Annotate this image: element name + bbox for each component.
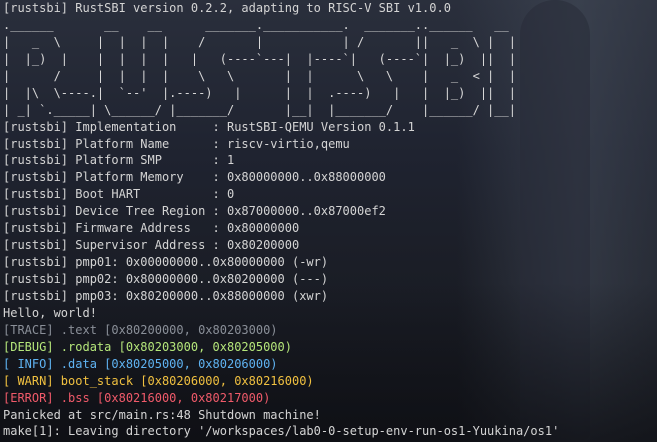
sbi-info-line: [rustsbi] Platform Memory : 0x80000000..…	[3, 170, 386, 185]
sbi-pmp-line: [rustsbi] pmp03: 0x80200000..0x88000000 …	[3, 288, 329, 303]
log-info-line: [ INFO] .data [0x80205000, 0x80206000)	[3, 356, 278, 371]
sbi-info-line: [rustsbi] Implementation : RustSBI-QEMU …	[3, 119, 415, 134]
sbi-pmp-line: [rustsbi] pmp02: 0x80000000..0x80200000 …	[3, 272, 329, 286]
log-debug-line: [DEBUG] .rodata [0x80203000, 0x80205000)	[3, 339, 292, 354]
make-leaving-directory-line: make[1]: Leaving directory '/workspaces/…	[3, 424, 560, 439]
hello-world-line: Hello, world!	[3, 305, 97, 320]
log-error-line: [ERROR] .bss [0x80216000, 0x80217000)	[3, 390, 271, 405]
sbi-info-line: [rustsbi] Firmware Address : 0x80000000	[3, 221, 300, 236]
ascii-logo-line: | |_) | | | | | | (----`---| |----`| (--…	[3, 51, 516, 66]
ascii-logo-line: | _| `._____| \______/ |_______/ |__| |_…	[3, 102, 516, 117]
terminal-output[interactable]: [rustsbi] RustSBI version 0.2.2, adaptin…	[0, 0, 657, 442]
sbi-info-line: [rustsbi] Device Tree Region : 0x8700000…	[3, 204, 386, 219]
sbi-info-line: [rustsbi] Supervisor Address : 0x8020000…	[3, 238, 300, 253]
sbi-info-line: [rustsbi] Platform SMP : 1	[3, 153, 235, 168]
ascii-logo-line: .______ __ __ _______.___________. _____…	[3, 17, 509, 32]
log-warn-line: [ WARN] boot_stack [0x80206000, 0x802160…	[3, 373, 314, 388]
ascii-logo-line: | _ \ | | | | / | | / || _ \ | |	[3, 34, 516, 49]
sbi-info-line: [rustsbi] Boot HART : 0	[3, 187, 235, 202]
sbi-version-line: [rustsbi] RustSBI version 0.2.2, adaptin…	[3, 1, 451, 15]
ascii-logo-line: | / | | | | \ \ | | \ \ | _ < | |	[3, 68, 516, 83]
panic-line: Panicked at src/main.rs:48 Shutdown mach…	[3, 407, 321, 422]
ascii-logo-line: | |\ \----.| `--' |.----) | | | .----) |…	[3, 85, 516, 100]
log-trace-line: [TRACE] .text [0x80200000, 0x80203000)	[3, 322, 278, 337]
sbi-pmp-line: [rustsbi] pmp01: 0x00000000..0x80000000 …	[3, 255, 329, 270]
sbi-info-line: [rustsbi] Platform Name : riscv-virtio,q…	[3, 136, 350, 151]
